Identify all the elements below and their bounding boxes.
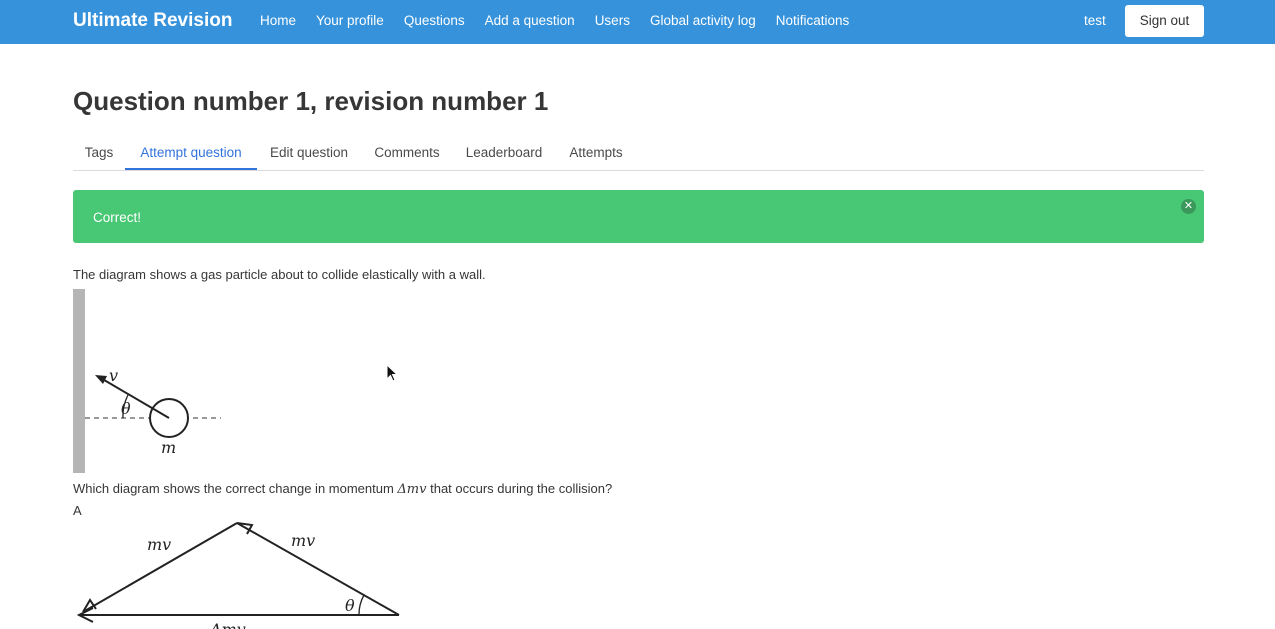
nav-item-notifications[interactable]: Notifications: [776, 13, 850, 28]
tab-attempts[interactable]: Attempts: [555, 140, 637, 169]
right-side-label: mv: [291, 531, 315, 550]
tab-leaderboard[interactable]: Leaderboard: [453, 140, 555, 169]
tab-comments[interactable]: Comments: [361, 140, 453, 169]
nav-menu: Home Your profile Questions Add a questi…: [260, 13, 849, 28]
tab-attempt-question[interactable]: Attempt question: [125, 140, 257, 170]
sign-out-button[interactable]: Sign out: [1125, 5, 1204, 37]
left-side-label: mv: [147, 535, 171, 554]
brand-logo[interactable]: Ultimate Revision: [73, 10, 232, 32]
nav-item-add-question[interactable]: Add a question: [485, 13, 575, 28]
velocity-label: v: [109, 366, 118, 385]
close-icon[interactable]: ✕: [1181, 199, 1196, 214]
tab-edit-question[interactable]: Edit question: [257, 140, 361, 169]
nav-item-your-profile[interactable]: Your profile: [316, 13, 384, 28]
right-vector: [236, 522, 400, 616]
question-intro: The diagram shows a gas particle about t…: [73, 267, 486, 282]
angle-label: θ: [345, 596, 355, 615]
page-title: Question number 1, revision number 1: [73, 86, 549, 116]
angle-label: θ: [121, 399, 131, 418]
nav-item-home[interactable]: Home: [260, 13, 296, 28]
tab-tags[interactable]: Tags: [73, 140, 125, 169]
navbar: Ultimate Revision Home Your profile Ques…: [0, 0, 1275, 44]
nav-item-global-activity-log[interactable]: Global activity log: [650, 13, 756, 28]
current-user[interactable]: test: [1084, 13, 1106, 28]
wall: [73, 289, 85, 473]
prompt-text-after: that occurs during the collision?: [426, 481, 613, 496]
nav-item-questions[interactable]: Questions: [404, 13, 465, 28]
prompt-text-before: Which diagram shows the correct change i…: [73, 481, 398, 496]
nav-item-users[interactable]: Users: [595, 13, 630, 28]
velocity-arrowhead: [95, 375, 107, 384]
mass-label: m: [161, 438, 176, 457]
option-a-diagram[interactable]: mv mv θ Δmv: [73, 518, 413, 629]
angle-arc: [358, 594, 365, 616]
question-prompt: Which diagram shows the correct change i…: [73, 481, 612, 497]
particle-wall-diagram: v θ m: [73, 289, 221, 473]
success-notification: Correct! ✕: [73, 190, 1204, 243]
base-label: Δmv: [209, 620, 246, 629]
option-a-label: A: [73, 503, 82, 518]
notification-text: Correct!: [93, 210, 142, 225]
prompt-math: Δmv: [397, 482, 427, 497]
mouse-cursor-icon: [386, 364, 398, 382]
tab-bar: Tags Attempt question Edit question Comm…: [73, 140, 1204, 171]
